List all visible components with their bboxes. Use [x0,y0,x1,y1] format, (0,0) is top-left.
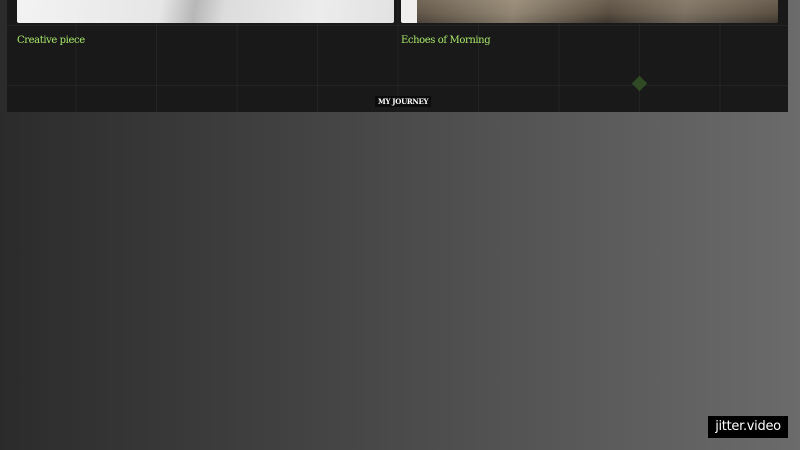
card-caption-echoes-of-morning[interactable]: Echoes of Morning [401,35,491,46]
creative-piece-thumbnail[interactable] [17,0,394,23]
portfolio-panel: Creative piece Echoes of Morning MY JOUR… [7,0,788,112]
jitter-watermark: jitter.video [708,416,788,438]
card-caption-creative-piece[interactable]: Creative piece [17,35,85,46]
diamond-icon [631,75,648,92]
echoes-of-morning-thumbnail[interactable] [401,0,778,23]
my-journey-label[interactable]: MY JOURNEY [375,96,432,107]
thumbnail-light-overlay [401,0,778,23]
